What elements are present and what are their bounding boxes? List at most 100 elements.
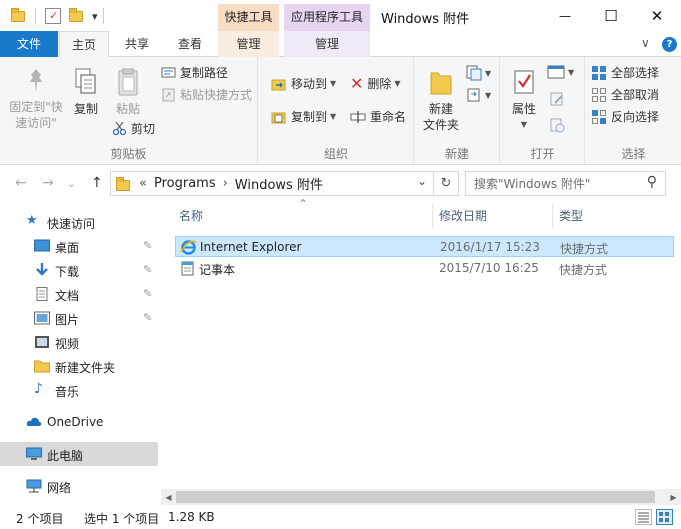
maximize-button[interactable]: ☐ [588, 0, 634, 31]
column-header-modified[interactable]: 修改日期 [439, 203, 549, 229]
tab-manage-shortcut[interactable]: 管理 [218, 31, 279, 57]
breadcrumb-programs[interactable]: Programs [154, 176, 216, 191]
ribbon-tab-row: 文件 主页 共享 查看 管理 管理 ∨ ? [0, 31, 681, 58]
nav-item-documents[interactable]: 文档 ✎ [0, 282, 158, 306]
file-type: 快捷方式 [560, 242, 609, 256]
details-view-button[interactable] [635, 509, 652, 525]
up-button[interactable]: ↑ [91, 175, 103, 191]
edit-button[interactable] [549, 91, 565, 107]
pin-icon[interactable]: ✎ [143, 311, 152, 324]
desktop-icon [34, 239, 50, 252]
pin-to-quick-access-button[interactable]: 固定到"快 速访问" [6, 67, 66, 131]
pin-icon[interactable]: ✎ [143, 287, 152, 300]
properties-quick-icon[interactable]: ✓ [45, 8, 61, 24]
paste-button[interactable]: 粘贴 [108, 67, 148, 117]
search-icon[interactable]: ⚲ [647, 174, 657, 190]
nav-quick-access[interactable]: ★ 快速访问 [0, 210, 158, 234]
select-all-icon [592, 65, 606, 80]
column-header-name[interactable]: 名称 [179, 203, 434, 229]
new-item-icon [466, 65, 482, 81]
forward-button[interactable]: → [42, 175, 54, 191]
group-label-open: 打开 [530, 147, 555, 161]
scroll-left-icon[interactable]: ◀ [161, 489, 176, 505]
copy-button[interactable]: 复制 [68, 67, 104, 117]
easy-access-button[interactable]: ▼ [466, 87, 491, 103]
network-icon [26, 479, 42, 493]
paste-shortcut-button[interactable]: 粘贴快捷方式 [161, 86, 252, 103]
scrollbar-thumb[interactable] [176, 491, 655, 503]
pin-icon[interactable]: ✎ [143, 239, 152, 252]
minimize-button[interactable]: — [542, 0, 588, 31]
copy-to-button[interactable]: 复制到 ▼ [271, 108, 336, 125]
large-icons-view-button[interactable] [656, 509, 673, 525]
search-box[interactable]: ⚲ [465, 171, 666, 196]
refresh-button[interactable]: ↻ [433, 171, 459, 196]
download-icon [36, 263, 48, 276]
new-folder-icon [430, 72, 452, 95]
open-icon [547, 65, 565, 79]
pictures-icon [34, 311, 50, 325]
ribbon-expand-icon[interactable]: ∨ [641, 36, 650, 50]
select-all-button[interactable]: 全部选择 [591, 64, 659, 81]
nav-item-videos[interactable]: 视频 [0, 330, 158, 354]
invert-selection-button[interactable]: 反向选择 [591, 108, 659, 125]
tab-home[interactable]: 主页 [59, 31, 109, 58]
context-tab-shortcut-tools: 快捷工具 [218, 4, 279, 31]
cut-button[interactable]: 剪切 [112, 120, 155, 137]
nav-item-music[interactable]: ♪ 音乐 [0, 378, 158, 402]
new-folder-quick-icon[interactable] [69, 7, 83, 22]
quick-access-toolbar: ✓ ▾ [11, 6, 104, 26]
nav-item-pictures[interactable]: 图片 ✎ [0, 306, 158, 330]
rename-button[interactable]: 重命名 [350, 108, 406, 125]
breadcrumb-separator[interactable]: › [223, 176, 228, 191]
breadcrumb-overflow[interactable]: « [139, 176, 147, 191]
internet-explorer-icon [180, 240, 197, 255]
new-item-button[interactable]: ▼ [466, 65, 491, 81]
address-bar[interactable]: « Programs › Windows 附件 ⌄ [110, 171, 459, 196]
nav-this-pc[interactable]: 此电脑 [0, 442, 158, 466]
tab-file[interactable]: 文件 [0, 31, 58, 57]
file-modified: 2016/1/17 15:23 [440, 240, 540, 254]
address-dropdown-icon[interactable]: ⌄ [417, 174, 427, 188]
nav-item-new-folder[interactable]: 新建文件夹 [0, 354, 158, 378]
group-label-clipboard: 剪贴板 [110, 147, 147, 161]
new-folder-button[interactable]: 新建 文件夹 [419, 67, 463, 133]
details-view-icon [638, 512, 649, 523]
status-item-count: 2 个项目 [16, 512, 64, 526]
back-button[interactable]: ← [15, 175, 27, 191]
tab-share[interactable]: 共享 [114, 31, 160, 57]
tab-manage-app[interactable]: 管理 [284, 31, 370, 57]
breadcrumb-windows-accessories[interactable]: Windows 附件 [235, 174, 323, 193]
tab-view[interactable]: 查看 [166, 31, 214, 57]
videos-icon [35, 336, 49, 348]
large-icons-view-icon [659, 512, 669, 522]
recent-locations-button[interactable]: ⌄ [67, 177, 76, 190]
group-select: 全部选择 全部取消 反向选择 选择 [586, 57, 681, 165]
cloud-icon [26, 417, 42, 426]
file-row[interactable]: Internet Explorer 2016/1/17 15:23 快捷方式 [175, 236, 674, 257]
nav-network[interactable]: 网络 [0, 474, 158, 498]
nav-item-desktop[interactable]: 桌面 ✎ [0, 234, 158, 258]
horizontal-scrollbar[interactable]: ◀ ▶ [161, 489, 681, 505]
copy-path-button[interactable]: 复制路径 [161, 64, 228, 81]
group-label-select: 选择 [621, 147, 646, 161]
scroll-right-icon[interactable]: ▶ [666, 489, 681, 505]
nav-onedrive[interactable]: OneDrive [0, 410, 158, 434]
search-input[interactable] [466, 172, 636, 195]
move-to-button[interactable]: 移动到 ▼ [271, 75, 336, 92]
chevron-down-icon: ▼ [485, 90, 492, 100]
pin-icon[interactable]: ✎ [143, 263, 152, 276]
select-none-button[interactable]: 全部取消 [591, 86, 659, 103]
group-label-organize: 组织 [323, 147, 348, 161]
properties-button[interactable]: 属性 ▼ [507, 67, 541, 133]
close-button[interactable]: ✕ [634, 0, 680, 31]
open-button[interactable]: ▼ [547, 65, 574, 79]
scissors-icon [112, 121, 127, 136]
history-button[interactable] [549, 117, 565, 133]
column-header-type[interactable]: 类型 [559, 203, 669, 229]
file-row[interactable]: 记事本 2015/7/10 16:25 快捷方式 [175, 258, 674, 279]
delete-button[interactable]: ✕ 删除 ▼ [350, 75, 401, 92]
qat-dropdown-icon[interactable]: ▾ [92, 10, 98, 23]
help-icon[interactable]: ? [662, 37, 677, 52]
nav-item-downloads[interactable]: 下载 ✎ [0, 258, 158, 282]
